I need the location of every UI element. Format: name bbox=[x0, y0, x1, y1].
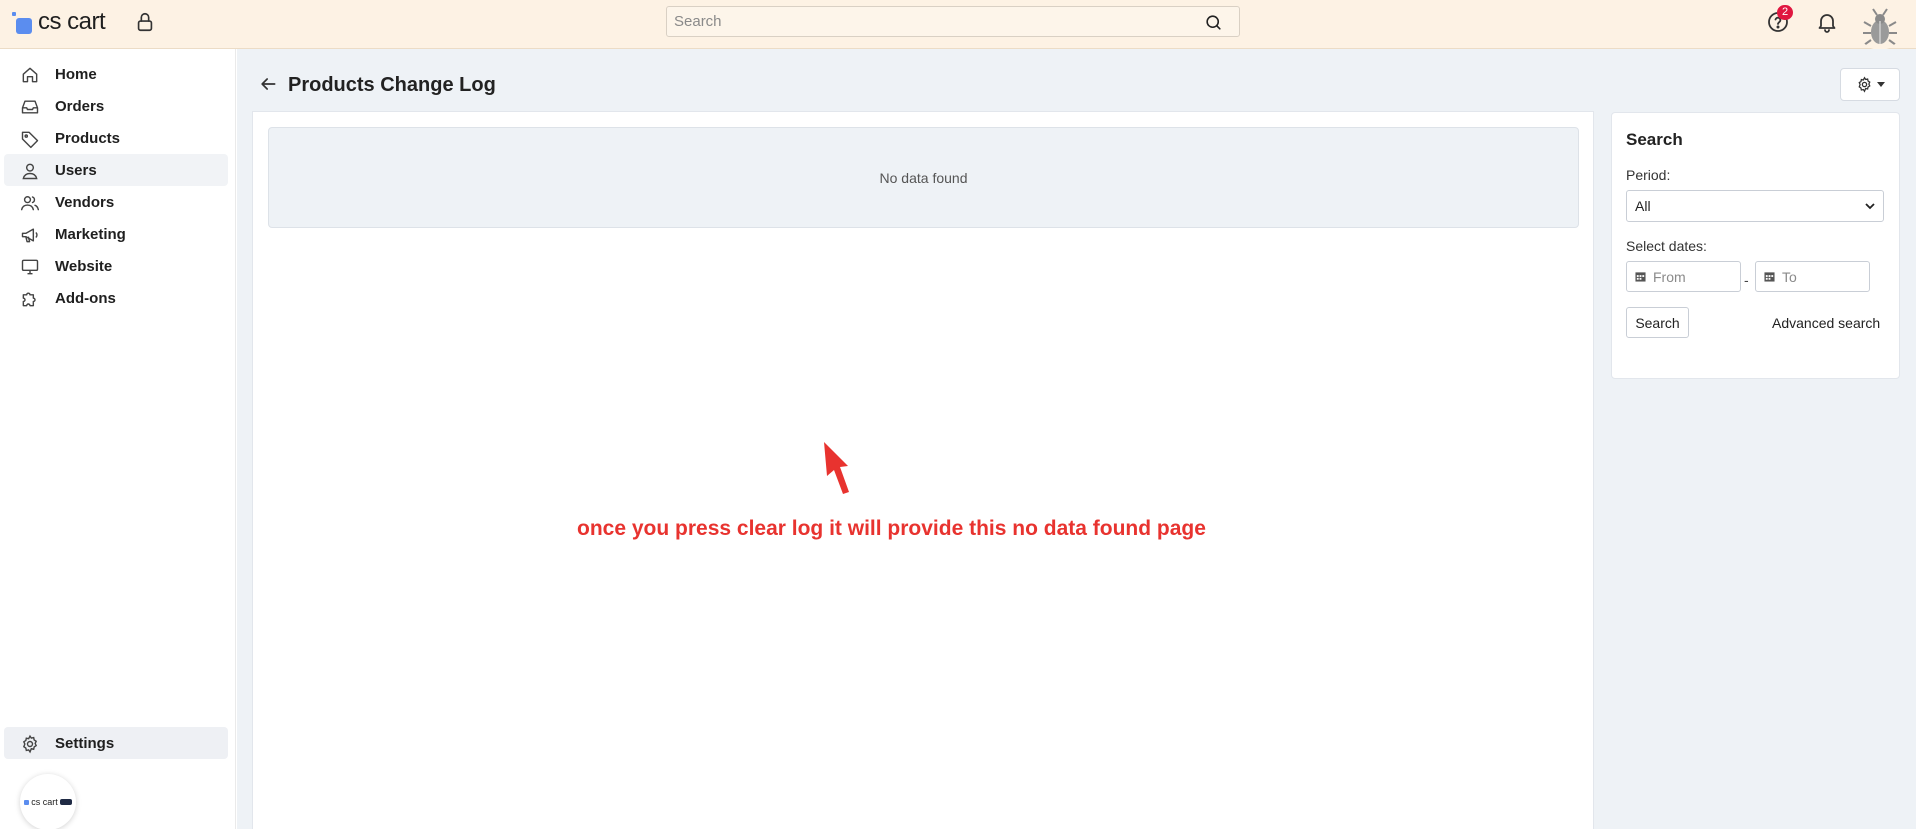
gear-icon bbox=[22, 734, 38, 754]
sidebar-item-label: Add-ons bbox=[55, 290, 116, 307]
sidebar-item-label: Website bbox=[55, 258, 113, 275]
sidebar-item-add-ons[interactable]: Add-ons bbox=[4, 282, 228, 314]
date-separator: - bbox=[1744, 272, 1749, 288]
search-icon[interactable] bbox=[1204, 13, 1223, 32]
mini-logo-pill-icon bbox=[59, 799, 72, 805]
caret-down-icon bbox=[1876, 81, 1885, 87]
sidebar-item-label: Products bbox=[55, 130, 121, 147]
megaphone-icon bbox=[21, 228, 38, 243]
advanced-search-link[interactable]: Advanced search bbox=[1772, 315, 1880, 331]
period-select[interactable]: All bbox=[1626, 190, 1884, 222]
settings-dropdown-button[interactable] bbox=[1840, 68, 1900, 101]
search-panel-title: Search bbox=[1626, 130, 1683, 149]
sidebar: Home Orders Products Users Vendors Marke… bbox=[0, 49, 236, 829]
bug-avatar-icon bbox=[1858, 6, 1902, 50]
users-icon bbox=[20, 196, 40, 211]
no-data-message: No data found bbox=[268, 127, 1579, 228]
date-from-input[interactable] bbox=[1653, 268, 1723, 285]
select-dates-label: Select dates: bbox=[1626, 238, 1707, 254]
gear-icon bbox=[1857, 76, 1871, 93]
sidebar-item-products[interactable]: Products bbox=[4, 122, 228, 154]
date-to-field[interactable] bbox=[1755, 261, 1870, 292]
logo-mark-icon bbox=[24, 799, 30, 805]
sidebar-item-users[interactable]: Users bbox=[4, 154, 228, 186]
sidebar-item-vendors[interactable]: Vendors bbox=[4, 186, 228, 218]
date-to-input[interactable] bbox=[1782, 268, 1852, 285]
home-icon bbox=[22, 67, 38, 83]
logo-text: cs cart bbox=[38, 8, 106, 35]
sidebar-item-label: Orders bbox=[55, 98, 105, 115]
period-select-value: All bbox=[1635, 198, 1651, 214]
cs-cart-logo[interactable]: cs cart bbox=[12, 8, 106, 36]
notification-count-badge: 2 bbox=[1777, 5, 1793, 20]
sidebar-item-orders[interactable]: Orders bbox=[4, 90, 228, 122]
date-from-field[interactable] bbox=[1626, 261, 1741, 292]
puzzle-icon bbox=[22, 292, 36, 307]
inbox-icon bbox=[21, 100, 39, 114]
annotation-text: once you press clear log it will provide… bbox=[577, 517, 1206, 540]
sidebar-item-home[interactable]: Home bbox=[4, 58, 228, 90]
chevron-down-icon bbox=[1865, 202, 1875, 209]
top-bar: cs cart 2 bbox=[0, 0, 1916, 50]
annotation-arrow-icon bbox=[824, 442, 849, 494]
mini-logo-text: cs cart bbox=[31, 797, 58, 807]
avatar[interactable] bbox=[1858, 6, 1902, 50]
search-input[interactable] bbox=[667, 7, 1239, 36]
bell-icon[interactable] bbox=[1815, 10, 1839, 34]
tag-icon bbox=[21, 131, 39, 149]
period-label: Period: bbox=[1626, 167, 1671, 183]
mini-logo-mark: cs cart bbox=[24, 797, 72, 807]
search-button[interactable]: Search bbox=[1626, 307, 1689, 338]
lock-icon[interactable] bbox=[134, 11, 156, 33]
sidebar-item-label: Users bbox=[55, 162, 97, 179]
global-search bbox=[666, 6, 1240, 37]
sidebar-item-label: Home bbox=[55, 66, 97, 83]
sidebar-item-label: Vendors bbox=[55, 194, 115, 211]
sidebar-item-settings[interactable]: Settings bbox=[4, 727, 228, 759]
logo-mark-icon bbox=[12, 12, 32, 34]
calendar-icon bbox=[1635, 272, 1646, 282]
page-title: Products Change Log bbox=[288, 74, 496, 96]
sidebar-item-marketing[interactable]: Marketing bbox=[4, 218, 228, 250]
sidebar-item-website[interactable]: Website bbox=[4, 250, 228, 282]
sidebar-item-label: Marketing bbox=[55, 226, 126, 243]
sidebar-item-label: Settings bbox=[55, 735, 115, 752]
back-arrow-icon[interactable] bbox=[258, 73, 278, 95]
cs-cart-mini-logo-button[interactable]: cs cart bbox=[20, 774, 76, 829]
calendar-icon bbox=[1764, 272, 1775, 282]
user-icon bbox=[22, 163, 38, 180]
monitor-icon bbox=[21, 259, 39, 275]
